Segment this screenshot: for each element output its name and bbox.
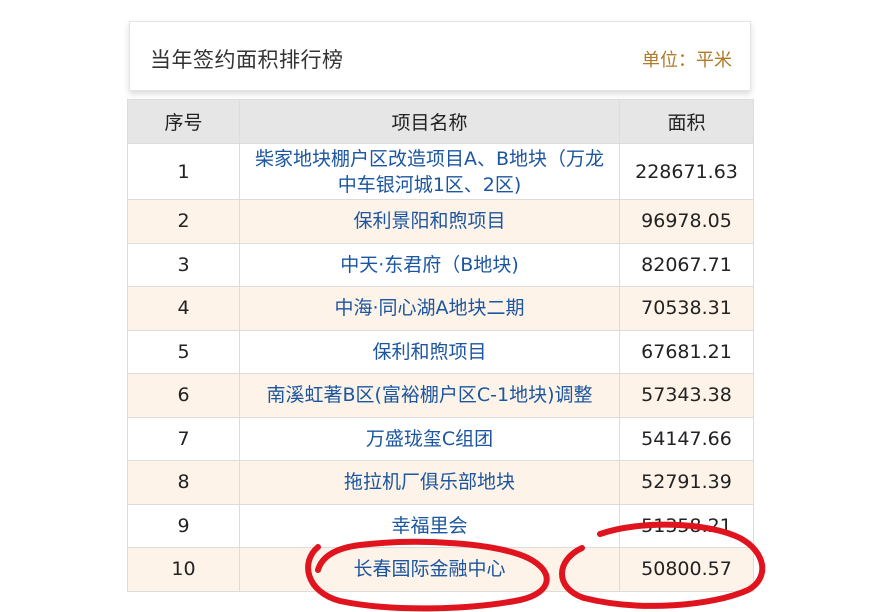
table-row: 9 幸福里会 51358.21 [127,503,754,548]
column-header-name: 项目名称 [239,99,620,144]
row-rank: 1 [127,143,240,200]
project-name-link[interactable]: 柴家地块棚户区改造项目A、B地块（万龙中车银河城1区、2区) [239,143,620,200]
row-rank: 2 [127,199,240,244]
column-header-rank: 序号 [127,99,240,144]
table-row: 4 中海·同心湖A地块二期 70538.31 [127,286,754,331]
row-area: 52791.39 [619,460,754,505]
row-rank: 7 [127,416,240,461]
row-area: 57343.38 [619,373,754,418]
project-name-link[interactable]: 长春国际金融中心 [239,547,620,592]
table-row: 3 中天·东君府（B地块) 82067.71 [127,242,754,287]
row-rank: 5 [127,329,240,374]
project-name-link[interactable]: 幸福里会 [239,503,620,548]
row-area: 50800.57 [619,547,754,592]
project-name-link[interactable]: 中天·东君府（B地块) [239,242,620,287]
project-name-link[interactable]: 万盛珑玺C组团 [239,416,620,461]
project-name-link[interactable]: 保利景阳和煦项目 [239,199,620,244]
table-row: 5 保利和煦项目 67681.21 [127,329,754,374]
row-rank: 3 [127,242,240,287]
row-rank: 9 [127,503,240,548]
ranking-table: 序号 项目名称 面积 1 柴家地块棚户区改造项目A、B地块（万龙中车银河城1区、… [127,99,754,592]
table-row: 2 保利景阳和煦项目 96978.05 [127,199,754,244]
row-area: 82067.71 [619,242,754,287]
row-rank: 10 [127,547,240,592]
row-area: 67681.21 [619,329,754,374]
row-area: 54147.66 [619,416,754,461]
project-name-link[interactable]: 保利和煦项目 [239,329,620,374]
row-area: 51358.21 [619,503,754,548]
row-area: 70538.31 [619,286,754,331]
project-name-link[interactable]: 拖拉机厂俱乐部地块 [239,460,620,505]
row-rank: 6 [127,373,240,418]
row-rank: 4 [127,286,240,331]
row-area: 96978.05 [619,199,754,244]
ranking-title: 当年签约面积排行榜 [150,48,344,72]
table-row: 7 万盛珑玺C组团 54147.66 [127,416,754,461]
row-area: 228671.63 [619,143,754,200]
project-name-link[interactable]: 中海·同心湖A地块二期 [239,286,620,331]
ranking-header-card: 当年签约面积排行榜 单位：平米 [129,21,751,91]
project-name-link[interactable]: 南溪虹著B区(富裕棚户区C-1地块)调整 [239,373,620,418]
table-row: 6 南溪虹著B区(富裕棚户区C-1地块)调整 57343.38 [127,373,754,418]
table-row: 1 柴家地块棚户区改造项目A、B地块（万龙中车银河城1区、2区) 228671.… [127,143,754,200]
table-header-row: 序号 项目名称 面积 [127,99,754,144]
unit-label: 单位：平米 [642,50,732,71]
column-header-area: 面积 [619,99,754,144]
table-row: 10 长春国际金融中心 50800.57 [127,547,754,592]
table-row: 8 拖拉机厂俱乐部地块 52791.39 [127,460,754,505]
row-rank: 8 [127,460,240,505]
